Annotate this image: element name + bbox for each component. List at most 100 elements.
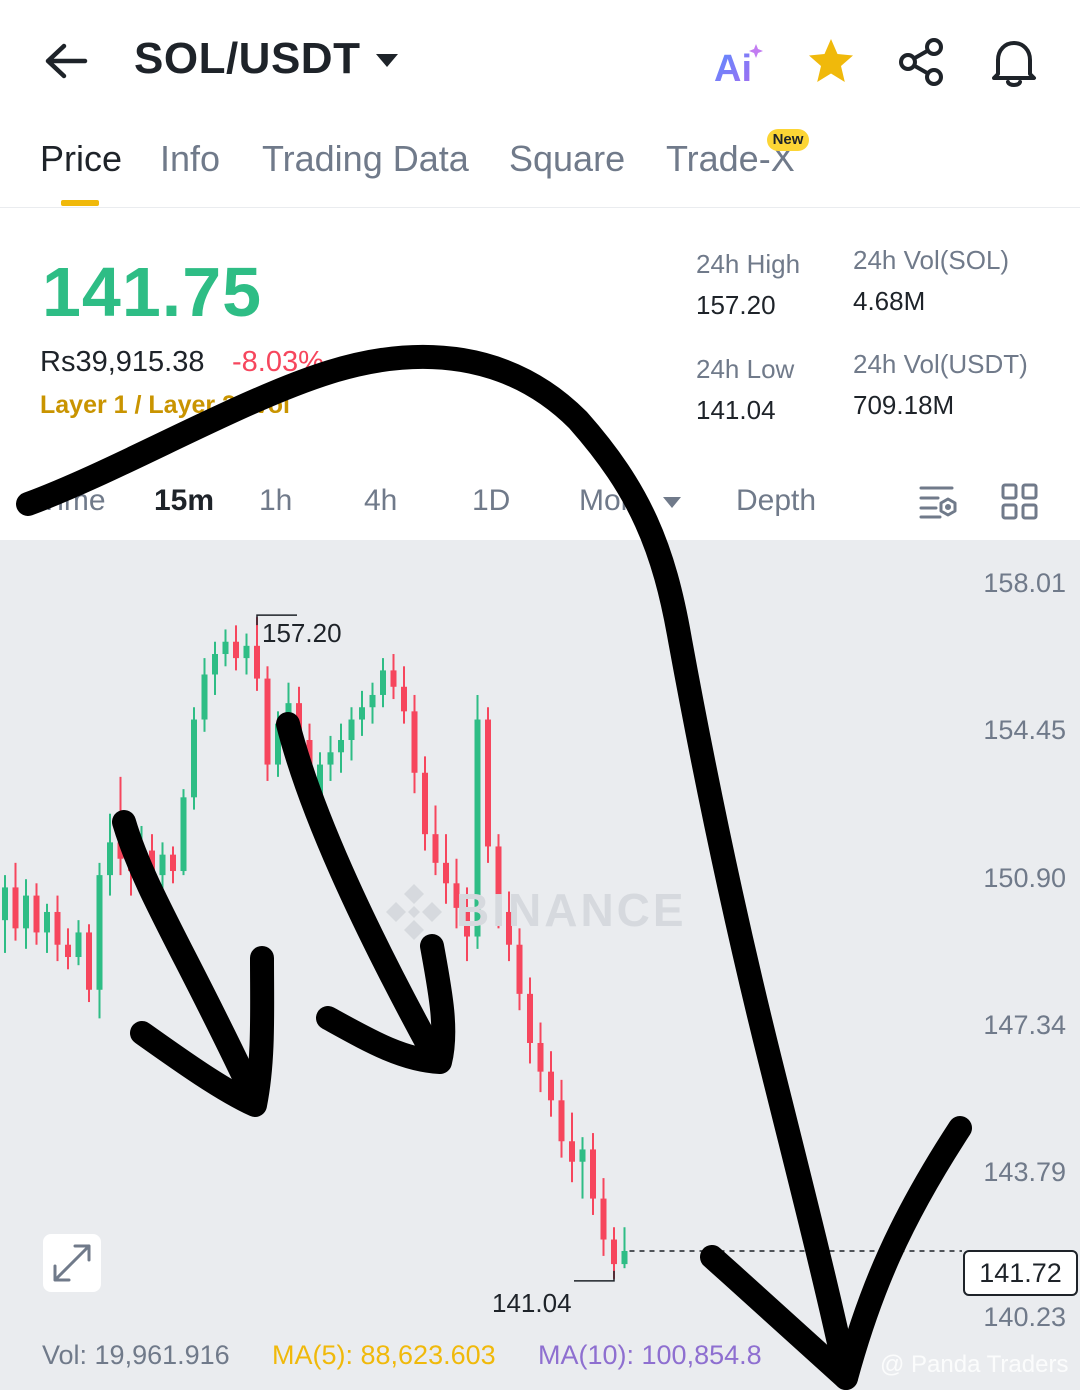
candle-body — [296, 703, 302, 740]
interval-time[interactable]: Time — [40, 484, 106, 518]
candle-body — [128, 858, 134, 872]
y-tick-label: 150.90 — [983, 863, 1066, 893]
active-tab-indicator — [61, 200, 99, 206]
candle-body — [359, 707, 365, 720]
interval-bar: Time 15m 1h 4h 1D More Depth — [0, 470, 1080, 538]
candle-body — [338, 740, 344, 753]
candle-body — [233, 641, 239, 659]
candle-body — [590, 1149, 596, 1199]
tab-trading-data[interactable]: Trading Data — [262, 138, 469, 180]
interval-4h[interactable]: 4h — [364, 484, 397, 518]
vol-quote-value: 709.18M — [853, 390, 955, 420]
candle-body — [275, 723, 281, 765]
tab-bar: Price Info Trading Data Square Trade-X — [0, 120, 1080, 208]
candle-body — [432, 834, 439, 863]
volume-value: Vol: 19,961.916 — [42, 1340, 230, 1370]
last-price: 141.75 — [42, 253, 263, 331]
binance-logo-watermark — [382, 880, 446, 944]
candle-body — [611, 1239, 617, 1265]
candle-body — [327, 752, 334, 765]
candle-body — [243, 645, 250, 659]
low-marker-line — [574, 1270, 615, 1282]
chart-settings-icon[interactable] — [918, 482, 960, 522]
fiat-price: Rs39,915.38 — [40, 346, 205, 378]
credit-watermark: @ Panda Traders — [880, 1351, 1069, 1378]
caret-down-icon[interactable] — [374, 52, 400, 70]
interval-1d[interactable]: 1D — [472, 484, 510, 518]
tab-square[interactable]: Square — [509, 138, 625, 180]
candle-body — [254, 645, 260, 679]
change-percent: -8.03% — [232, 346, 324, 378]
candle-body — [54, 911, 61, 945]
binance-watermark: BINANCE — [456, 884, 687, 936]
y-tick-label: 158.01 — [983, 568, 1066, 598]
vol-tag: Vol — [252, 391, 290, 419]
candle-body — [600, 1198, 607, 1240]
y-tick-label: 154.45 — [983, 715, 1066, 745]
tab-price[interactable]: Price — [40, 138, 122, 180]
new-badge: New — [767, 129, 809, 151]
tab-info[interactable]: Info — [160, 138, 220, 180]
back-arrow-icon[interactable] — [40, 38, 90, 84]
candle-body — [380, 670, 386, 695]
candle-body — [527, 993, 533, 1043]
current-price-tag: 141.72 — [963, 1250, 1078, 1296]
more-caret-icon[interactable] — [662, 496, 682, 510]
category-label: Layer 1 / Layer 2 — [40, 391, 236, 419]
candle-body — [401, 686, 407, 712]
candle-body — [65, 944, 71, 958]
candle-body — [537, 1042, 544, 1072]
candle-body — [191, 719, 197, 798]
share-icon[interactable] — [894, 34, 950, 90]
candle-body — [149, 850, 155, 876]
candle-body — [317, 764, 323, 798]
candle-body — [33, 895, 40, 933]
candle-body — [96, 875, 103, 990]
candle-body — [621, 1250, 628, 1265]
y-tick-label: 147.34 — [983, 1010, 1066, 1040]
candle-body — [117, 842, 124, 859]
candle-body — [170, 854, 176, 872]
candle-body — [264, 678, 271, 765]
interval-15m[interactable]: 15m — [154, 484, 214, 518]
interval-depth[interactable]: Depth — [736, 484, 816, 518]
candles-layer — [2, 614, 962, 1282]
candle-body — [285, 703, 292, 724]
bell-icon[interactable] — [986, 34, 1042, 90]
layout-grid-icon[interactable] — [1000, 482, 1040, 522]
high-annotation: 157.20 — [262, 618, 342, 648]
pair-title[interactable]: SOL/USDT — [134, 34, 360, 84]
ai-icon[interactable]: Ai — [710, 34, 766, 90]
high-label: 24h High — [696, 249, 801, 279]
ma5-value: MA(5): 88,623.603 — [272, 1340, 496, 1370]
candle-body — [138, 850, 145, 872]
low-annotation: 141.04 — [492, 1288, 572, 1318]
candle-body — [569, 1141, 575, 1162]
candle-body — [107, 842, 113, 876]
candle-body — [348, 719, 355, 740]
candle-body — [201, 674, 208, 720]
ma10-value: MA(10): 100,854.8 — [538, 1340, 762, 1370]
candle-body — [23, 895, 29, 929]
candle-body — [12, 887, 19, 929]
candle-body — [548, 1071, 554, 1101]
candlestick-chart[interactable] — [0, 540, 1080, 1390]
expand-chart-button[interactable] — [43, 1234, 101, 1292]
vol-quote-label: 24h Vol(USDT) — [853, 349, 1028, 379]
candle-body — [579, 1149, 586, 1162]
candle-body — [44, 911, 50, 933]
expand-icon — [53, 1244, 91, 1282]
candle-body — [485, 719, 491, 847]
candle-body — [422, 772, 428, 835]
candle-body — [75, 932, 82, 958]
candle-body — [222, 641, 229, 655]
candle-body — [558, 1100, 565, 1142]
vol-base-label: 24h Vol(SOL) — [853, 245, 1010, 275]
category-tag[interactable]: Layer 1 / Layer 2 Vol — [40, 391, 290, 420]
star-icon[interactable] — [803, 34, 859, 90]
interval-1h[interactable]: 1h — [259, 484, 292, 518]
svg-text:Ai: Ai — [714, 48, 752, 90]
interval-more[interactable]: More — [579, 484, 647, 518]
candle-body — [306, 740, 313, 798]
candle-body — [390, 670, 397, 687]
